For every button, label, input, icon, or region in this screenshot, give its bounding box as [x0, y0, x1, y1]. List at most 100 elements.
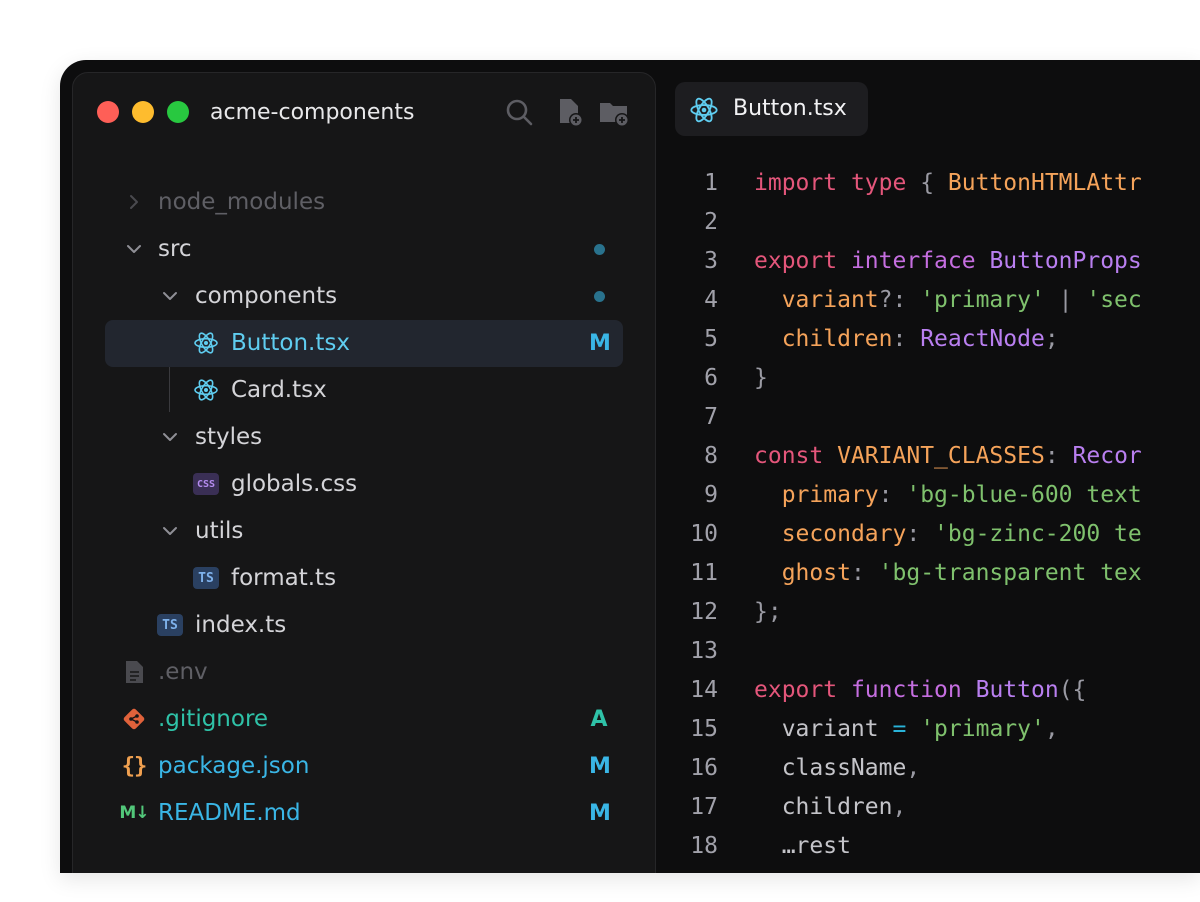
code-text: variant?: 'primary' | 'sec — [754, 281, 1142, 320]
tree-item-globals-css[interactable]: CSS globals.css — [105, 461, 623, 508]
code-token: = — [892, 716, 907, 742]
minimize-window-button[interactable] — [132, 101, 154, 123]
close-window-button[interactable] — [97, 101, 119, 123]
code-line[interactable]: 4 variant?: 'primary' | 'sec — [660, 281, 1200, 320]
code-line[interactable]: 7 — [660, 398, 1200, 437]
tree-item-label: Card.tsx — [231, 377, 327, 403]
code-token: Button — [975, 677, 1059, 703]
code-token: ; — [1044, 326, 1059, 352]
zoom-window-button[interactable] — [167, 101, 189, 123]
tree-item-components[interactable]: components — [105, 273, 623, 320]
changes-dot — [594, 291, 605, 302]
code-token: : — [1044, 443, 1073, 469]
code-token: className — [754, 755, 907, 781]
tree-item-package-json[interactable]: {} package.json M — [105, 743, 623, 790]
code-line[interactable]: 5 children: ReactNode; — [660, 320, 1200, 359]
line-number: 11 — [690, 560, 718, 586]
git-icon — [119, 704, 149, 734]
tree-item-env[interactable]: .env — [105, 649, 623, 696]
line-number: 17 — [690, 794, 718, 820]
code-token: variant — [754, 716, 893, 742]
code-token: 'sec — [1086, 287, 1142, 313]
code-token: ghost — [781, 560, 851, 586]
tree-item-format-ts[interactable]: TS format.ts — [105, 555, 623, 602]
code-line[interactable]: 8 const VARIANT_CLASSES: Recor — [660, 437, 1200, 476]
code-token: , — [1044, 716, 1059, 742]
code-line[interactable]: 11 ghost: 'bg-transparent tex — [660, 554, 1200, 593]
code-token: : — [892, 326, 921, 352]
code-line[interactable]: 6} — [660, 359, 1200, 398]
project-title: acme-components — [210, 100, 415, 125]
tree-item-index-ts[interactable]: TS index.ts — [105, 602, 623, 649]
code-text: primary: 'bg-blue-600 text — [754, 476, 1142, 515]
code-line[interactable]: 17 children, — [660, 788, 1200, 827]
tree-item-button-tsx[interactable]: Button.tsx M — [105, 320, 623, 367]
line-number: 12 — [690, 599, 718, 625]
code-line[interactable]: 12}; — [660, 593, 1200, 632]
code-line[interactable]: 18 …rest — [660, 827, 1200, 866]
tree-item-gitignore[interactable]: .gitignore A — [105, 696, 623, 743]
tree-item-src[interactable]: src — [105, 226, 623, 273]
new-file-icon[interactable] — [554, 96, 586, 128]
code-token: , — [892, 794, 907, 820]
code-token: export — [754, 677, 838, 703]
code-token: …rest — [754, 833, 851, 859]
editor-tab-button-tsx[interactable]: Button.tsx — [675, 82, 868, 136]
code-token: ButtonHTMLAttr — [947, 170, 1142, 196]
code-token: : — [850, 560, 879, 586]
tree-item-readme[interactable]: M↓ README.md M — [105, 790, 623, 837]
code-token: import — [754, 170, 838, 196]
tree-item-utils[interactable]: utils — [105, 508, 623, 555]
code-line[interactable]: 15 variant = 'primary', — [660, 710, 1200, 749]
code-token: 'primary' — [920, 716, 1045, 742]
code-token: VARIANT_CLASSES — [837, 443, 1045, 469]
chevron-down-icon — [155, 516, 185, 546]
chevron-right-icon — [119, 187, 149, 217]
tree-item-card-tsx[interactable]: Card.tsx — [105, 367, 623, 414]
code-line[interactable]: 1 import type { ButtonHTMLAttr — [660, 164, 1200, 203]
new-folder-icon[interactable] — [598, 96, 630, 128]
code-line[interactable]: 16 className, — [660, 749, 1200, 788]
code-line[interactable]: 2 — [660, 203, 1200, 242]
code-line[interactable]: 10 secondary: 'bg-zinc-200 te — [660, 515, 1200, 554]
code-token: const — [754, 443, 824, 469]
tree-item-label: index.ts — [195, 612, 287, 638]
line-number: 6 — [704, 365, 718, 391]
tree-item-label: utils — [195, 518, 244, 544]
code-text: export function Button({ — [754, 671, 1086, 710]
code-token: ButtonProps — [989, 248, 1142, 274]
tree-item-label: format.ts — [231, 565, 337, 591]
code-editor[interactable]: 1 import type { ButtonHTMLAttr 2 3 export in… — [660, 164, 1200, 873]
code-line[interactable]: 14 export function Button({ — [660, 671, 1200, 710]
code-token: } — [754, 365, 768, 391]
chevron-down-icon — [119, 234, 149, 264]
code-text: ghost: 'bg-transparent tex — [754, 554, 1142, 593]
markdown-icon-text: M↓ — [119, 803, 149, 823]
line-number: 9 — [704, 482, 718, 508]
tree-item-node-modules[interactable]: node_modules — [105, 179, 623, 226]
code-token: : — [878, 482, 907, 508]
code-line[interactable]: 13 — [660, 632, 1200, 671]
search-icon[interactable] — [503, 96, 535, 128]
code-token: ({ — [1058, 677, 1087, 703]
code-line[interactable]: 9 primary: 'bg-blue-600 text — [660, 476, 1200, 515]
git-status-badge: M — [589, 331, 611, 356]
tree-item-label: src — [158, 236, 192, 262]
line-number: 14 — [690, 677, 718, 703]
code-text: …rest — [754, 827, 851, 866]
tree-item-styles[interactable]: styles — [105, 414, 623, 461]
code-token: variant — [781, 287, 879, 313]
tree-item-label: .env — [158, 659, 208, 685]
code-token: | — [1044, 287, 1087, 313]
tree-item-label: styles — [195, 424, 263, 450]
line-number: 16 — [690, 755, 718, 781]
line-number: 18 — [690, 833, 718, 859]
code-line[interactable]: 3 export interface ButtonProps — [660, 242, 1200, 281]
